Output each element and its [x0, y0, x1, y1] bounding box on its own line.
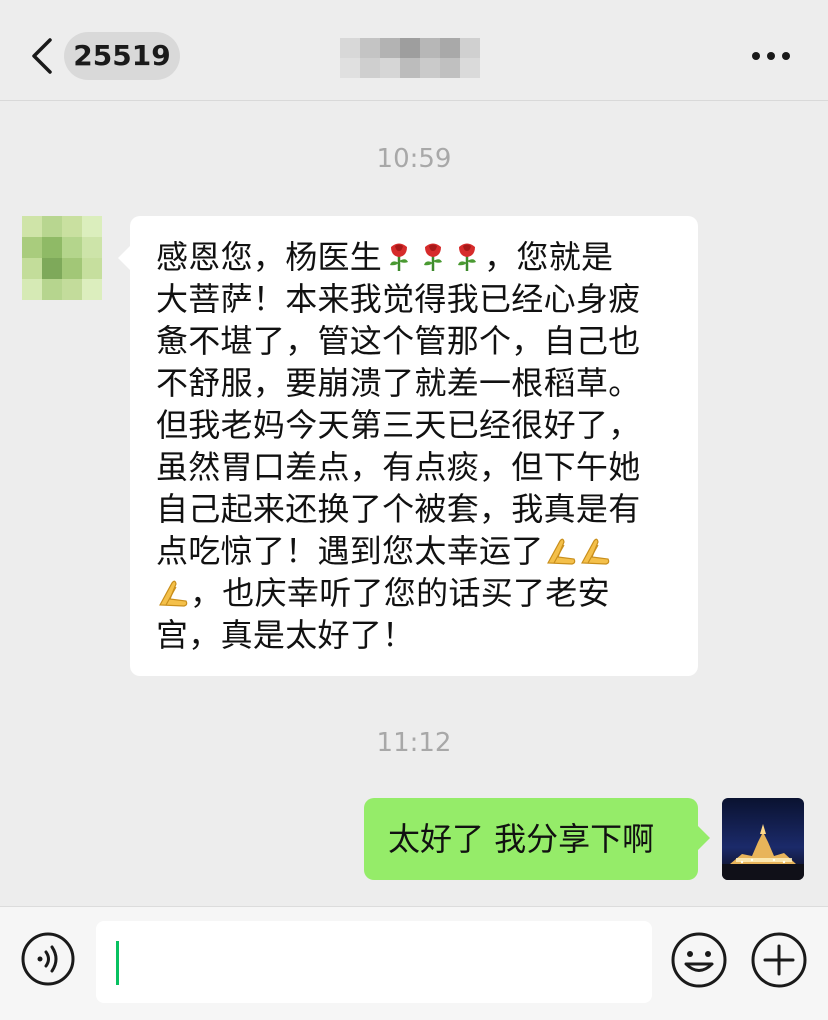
praying-hands-emoji — [580, 538, 609, 565]
rose-emoji — [390, 243, 409, 271]
message-text-part: ，您就是 大菩萨！本来我觉得我已经心身疲 惫不堪了，管这个管那个，自己也 不舒服… — [156, 238, 641, 570]
chat-header: 25519 — [0, 0, 828, 101]
my-avatar[interactable] — [722, 798, 804, 880]
contact-avatar-blurred[interactable] — [22, 216, 102, 300]
message-timestamp: 11:12 — [376, 728, 452, 758]
unread-count-badge[interactable]: 25519 — [64, 32, 180, 80]
message-bubble-incoming[interactable]: 感恩您，杨医生 ，您就是 大菩萨！本来我觉得我已经心身疲 惫不堪了，管这个管那个，… — [118, 216, 698, 676]
plus-icon[interactable] — [750, 931, 808, 989]
message-timestamp: 10:59 — [376, 144, 452, 174]
more-dots-icon[interactable] — [748, 46, 794, 66]
chevron-left-icon[interactable] — [28, 36, 58, 76]
message-text: 感恩您，杨医生 ，您就是 大菩萨！本来我觉得我已经心身疲 惫不堪了，管这个管那个，… — [156, 236, 674, 656]
voice-icon[interactable] — [20, 931, 76, 987]
praying-hands-emoji — [159, 580, 188, 607]
rose-emoji — [424, 243, 443, 271]
message-input[interactable] — [96, 921, 652, 1003]
praying-hands-emoji — [546, 538, 575, 565]
input-bar — [0, 906, 828, 1020]
emoji-smile-icon[interactable] — [670, 931, 728, 989]
message-bubble-outgoing[interactable]: 太好了 我分享下啊 — [364, 798, 710, 880]
contact-name-blurred — [340, 38, 480, 78]
message-text-part: 感恩您，杨医生 — [156, 238, 383, 276]
message-text: 太好了 我分享下啊 — [388, 820, 655, 858]
message-text-part: ，也庆幸听了您的话买了老安 宫，真是太好了！ — [156, 574, 610, 654]
rose-emoji — [458, 243, 477, 271]
temple-night-image — [722, 798, 804, 880]
text-caret — [116, 941, 119, 985]
